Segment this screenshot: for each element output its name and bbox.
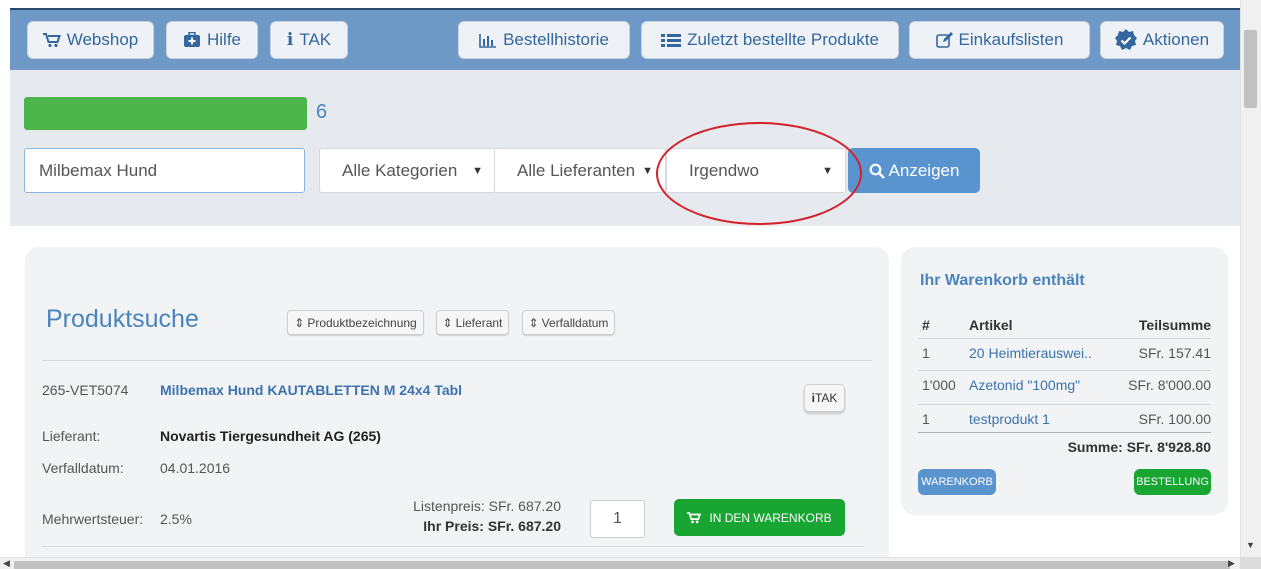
cart-button[interactable]: WARENKORB bbox=[918, 469, 996, 495]
add-to-cart-label: IN DEN WARENKORB bbox=[709, 510, 832, 525]
hilfe-label: Hilfe bbox=[206, 30, 241, 49]
aktionen-button[interactable]: Aktionen bbox=[1100, 21, 1224, 59]
edit-icon bbox=[935, 32, 953, 48]
tak-label: TAK bbox=[299, 30, 332, 49]
einkaufslisten-button[interactable]: Einkaufslisten bbox=[909, 21, 1090, 59]
scroll-right-arrow-icon[interactable]: ▶ bbox=[1228, 558, 1235, 569]
cart-header-article: Artikel bbox=[969, 317, 1013, 333]
supplier-select[interactable]: Alle Lieferanten ▼ bbox=[494, 148, 666, 193]
sort-expiry-button[interactable]: ⇕ Verfalldatum bbox=[522, 310, 615, 335]
progress-fill bbox=[24, 97, 307, 130]
hilfe-button[interactable]: Hilfe bbox=[166, 21, 258, 59]
badge-check-icon bbox=[1114, 29, 1137, 50]
cart-row-qty: 1 bbox=[922, 345, 930, 361]
vat-value: 2.5% bbox=[160, 511, 192, 527]
product-name-link[interactable]: Milbemax Hund KAUTABLETTEN M 24x4 Tabl bbox=[160, 382, 462, 398]
divider bbox=[42, 546, 864, 547]
cart-header-num: # bbox=[922, 317, 930, 333]
sort-icon: ⇕ bbox=[528, 315, 539, 330]
sort-expiry-label: Verfalldatum bbox=[541, 315, 609, 330]
cart-row: 1 testprodukt 1 SFr. 100.00 bbox=[918, 404, 1211, 432]
caret-down-icon: ▼ bbox=[642, 164, 653, 177]
category-select[interactable]: Alle Kategorien ▼ bbox=[319, 148, 496, 193]
sort-name-button[interactable]: ⇕ Produktbezeichnung bbox=[287, 310, 424, 335]
category-value: Alle Kategorien bbox=[342, 160, 458, 180]
show-button-label: Anzeigen bbox=[888, 160, 960, 180]
bestellhistorie-label: Bestellhistorie bbox=[503, 30, 609, 49]
webshop-button[interactable]: Webshop bbox=[27, 21, 154, 59]
cart-card: Ihr Warenkorb enthält # Artikel Teilsumm… bbox=[901, 247, 1228, 515]
product-search-title: Produktsuche bbox=[46, 305, 199, 333]
zuletzt-label: Zuletzt bestellte Produkte bbox=[687, 30, 879, 49]
cart-header-subtotal: Teilsumme bbox=[1138, 317, 1211, 333]
cart-row-subtotal: SFr. 8'000.00 bbox=[1128, 377, 1211, 393]
cart-row-article-link[interactable]: 20 Heimtierauswei.. bbox=[969, 345, 1092, 361]
search-panel: 6 Alle Kategorien ▼ Alle Lieferanten ▼ I… bbox=[10, 70, 1240, 226]
vertical-scrollbar[interactable]: ▼ bbox=[1240, 0, 1261, 557]
quantity-input[interactable]: 1 bbox=[590, 500, 645, 538]
scroll-down-arrow-icon[interactable]: ▼ bbox=[1246, 540, 1255, 550]
cart-row-qty: 1 bbox=[922, 411, 930, 427]
list-icon bbox=[661, 33, 682, 47]
cart-row-subtotal: SFr. 157.41 bbox=[1138, 345, 1211, 361]
product-tak-button[interactable]: i TAK bbox=[804, 384, 845, 412]
page: Webshop Hilfe i TAK Bestellhistorie Zule… bbox=[0, 0, 1261, 569]
progress-bar bbox=[24, 97, 307, 130]
cart-row-subtotal: SFr. 100.00 bbox=[1138, 411, 1211, 427]
add-to-cart-button[interactable]: IN DEN WARENKORB bbox=[674, 499, 845, 536]
result-count: 6 bbox=[316, 101, 328, 123]
supplier-value: Alle Lieferanten bbox=[517, 160, 636, 180]
cart-row-article-link[interactable]: testprodukt 1 bbox=[969, 411, 1050, 427]
cart-icon bbox=[687, 511, 702, 523]
cart-title: Ihr Warenkorb enthält bbox=[920, 272, 1085, 289]
search-icon bbox=[869, 163, 885, 179]
product-search-card: Produktsuche ⇕ Produktbezeichnung ⇕ Lief… bbox=[25, 247, 889, 569]
expiry-value: 04.01.2016 bbox=[160, 460, 231, 476]
vat-label: Mehrwertsteuer: bbox=[42, 511, 144, 527]
divider bbox=[918, 432, 1211, 433]
medkit-icon bbox=[183, 32, 200, 47]
cart-row-article-link[interactable]: Azetonid "100mg" bbox=[969, 377, 1080, 393]
sort-supplier-label: Lieferant bbox=[455, 315, 503, 330]
supplier-label: Lieferant: bbox=[42, 428, 101, 444]
scrollbar-corner bbox=[1240, 557, 1261, 569]
cart-icon bbox=[42, 32, 61, 47]
webshop-label: Webshop bbox=[66, 30, 139, 49]
list-price: Listenpreis: SFr. 687.20 bbox=[413, 498, 561, 514]
zuletzt-bestellte-button[interactable]: Zuletzt bestellte Produkte bbox=[641, 21, 899, 59]
product-tak-label: TAK bbox=[814, 391, 838, 405]
scroll-left-arrow-icon[interactable]: ◀ bbox=[3, 558, 10, 569]
annotation-ellipse bbox=[656, 122, 862, 225]
sort-icon: ⇕ bbox=[442, 315, 453, 330]
sort-icon: ⇕ bbox=[294, 315, 305, 330]
horizontal-scroll-thumb[interactable] bbox=[14, 561, 1230, 569]
info-icon: i bbox=[286, 30, 294, 50]
search-input[interactable] bbox=[24, 148, 305, 193]
caret-down-icon: ▼ bbox=[472, 164, 483, 177]
nav-bar: Webshop Hilfe i TAK Bestellhistorie Zule… bbox=[10, 10, 1240, 70]
horizontal-scrollbar[interactable]: ◀ ▶ bbox=[0, 557, 1240, 569]
divider bbox=[42, 360, 872, 361]
bar-chart-icon bbox=[479, 33, 497, 48]
your-price: Ihr Preis: SFr. 687.20 bbox=[423, 518, 561, 534]
supplier-value: Novartis Tiergesundheit AG (265) bbox=[160, 428, 381, 444]
aktionen-label: Aktionen bbox=[1142, 30, 1210, 49]
cart-row-qty: 1'000 bbox=[922, 377, 956, 393]
tak-button[interactable]: i TAK bbox=[270, 21, 348, 59]
bestellhistorie-button[interactable]: Bestellhistorie bbox=[458, 21, 630, 59]
sort-name-label: Produktbezeichnung bbox=[307, 315, 417, 330]
cart-total: Summe: SFr. 8'928.80 bbox=[1067, 439, 1211, 455]
product-code: 265-VET5074 bbox=[42, 382, 129, 398]
vertical-scroll-thumb[interactable] bbox=[1244, 30, 1257, 108]
sort-supplier-button[interactable]: ⇕ Lieferant bbox=[436, 310, 509, 335]
expiry-label: Verfalldatum: bbox=[42, 460, 124, 476]
order-button[interactable]: BESTELLUNG bbox=[1134, 469, 1211, 495]
show-button[interactable]: Anzeigen bbox=[848, 148, 980, 193]
cart-row: 1 20 Heimtierauswei.. SFr. 157.41 bbox=[918, 338, 1211, 366]
einkaufslisten-label: Einkaufslisten bbox=[958, 30, 1064, 49]
cart-row: 1'000 Azetonid "100mg" SFr. 8'000.00 bbox=[918, 370, 1211, 398]
